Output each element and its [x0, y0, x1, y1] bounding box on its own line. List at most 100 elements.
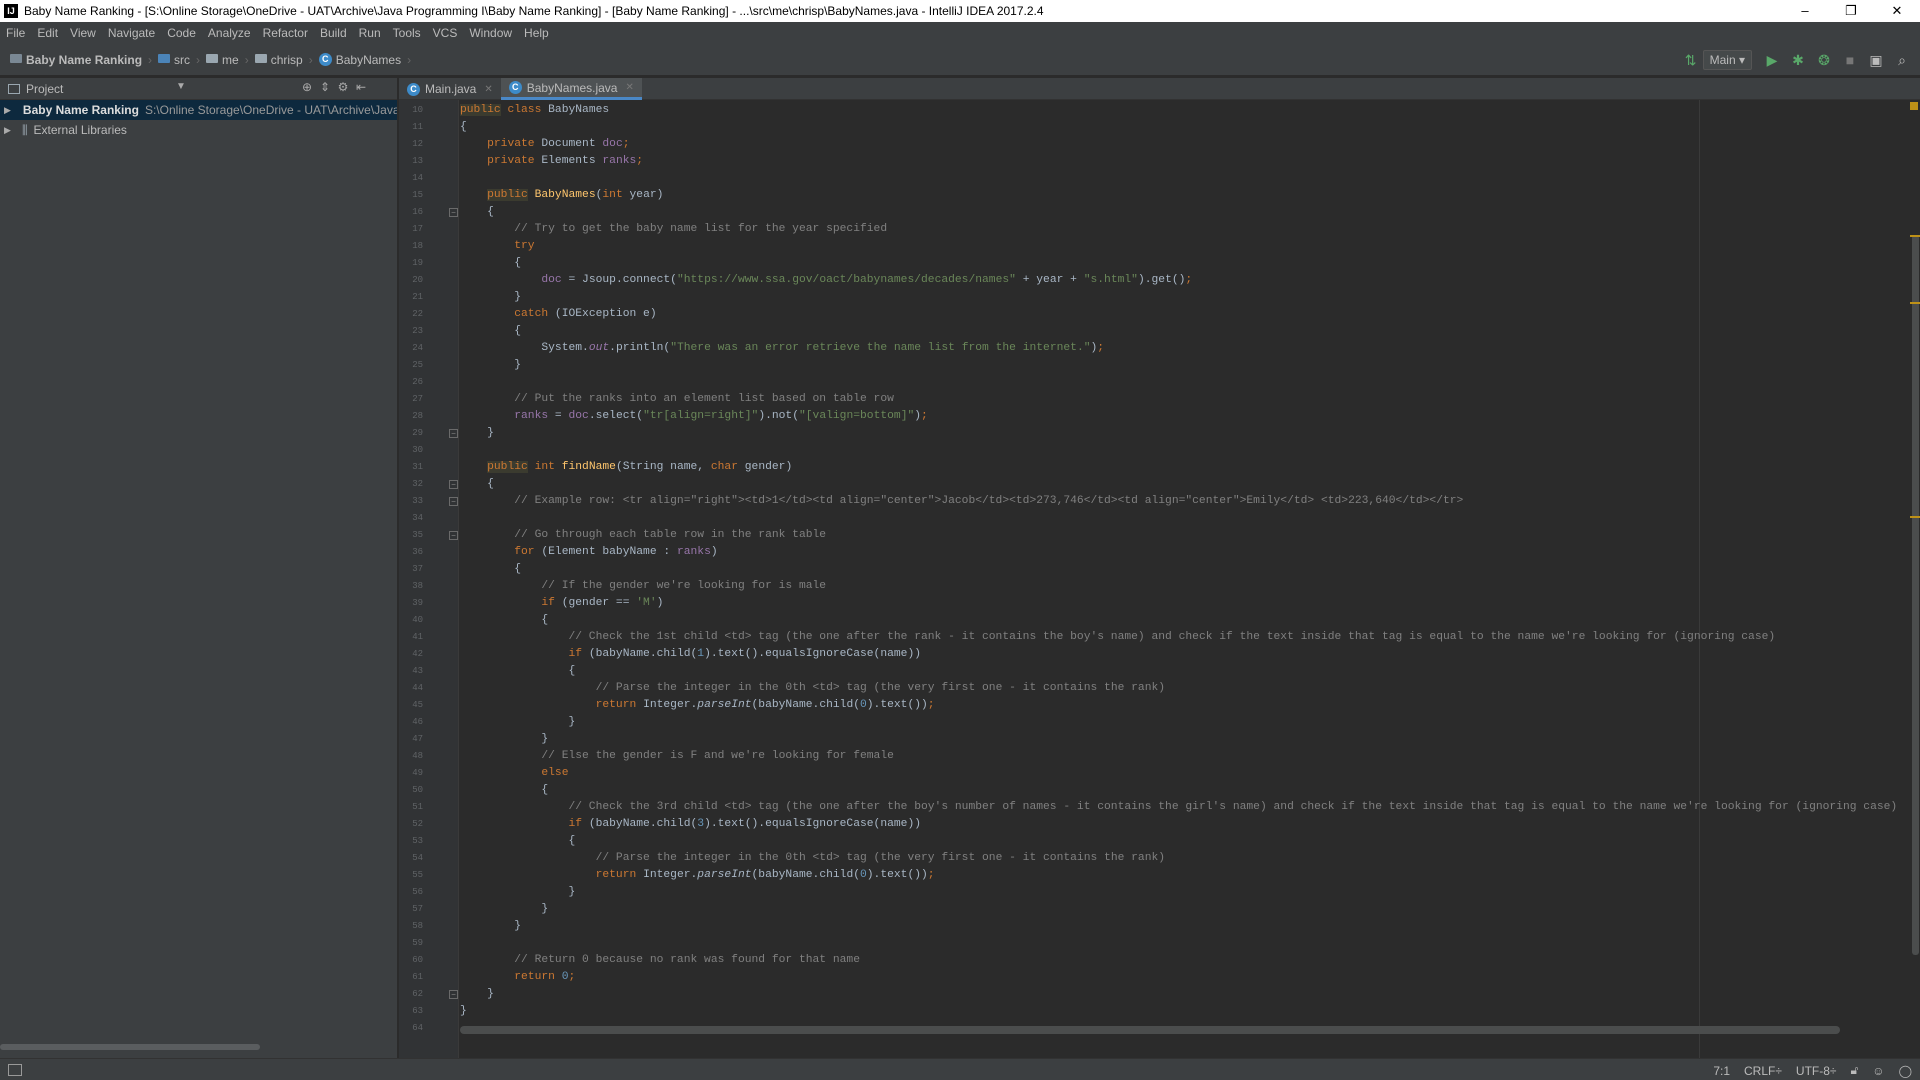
menu-window[interactable]: Window: [469, 26, 512, 40]
collapse-icon[interactable]: ⇕: [316, 80, 334, 94]
menu-navigate[interactable]: Navigate: [108, 26, 155, 40]
breadcrumb-src[interactable]: src ›: [158, 53, 200, 67]
menu-edit[interactable]: Edit: [37, 26, 58, 40]
fold-marker-icon[interactable]: −: [449, 480, 458, 489]
expand-arrow-icon[interactable]: ▶: [4, 125, 16, 136]
file-encoding[interactable]: UTF-8÷: [1796, 1064, 1837, 1078]
code-line[interactable]: private Document doc;: [460, 136, 629, 153]
fold-marker-icon[interactable]: −: [449, 990, 458, 999]
code-line[interactable]: {: [460, 476, 494, 493]
close-button[interactable]: ✕: [1874, 0, 1920, 22]
code-line[interactable]: if (babyName.child(1).text().equalsIgnor…: [460, 646, 921, 663]
code-line[interactable]: // Else the gender is F and we're lookin…: [460, 748, 894, 765]
project-panel-title[interactable]: Project: [26, 82, 63, 96]
code-line[interactable]: // If the gender we're looking for is ma…: [460, 578, 826, 595]
caret-position[interactable]: 7:1: [1713, 1064, 1730, 1078]
fold-marker-icon[interactable]: −: [449, 429, 458, 438]
code-line[interactable]: // Go through each table row in the rank…: [460, 527, 826, 544]
code-line[interactable]: return 0;: [460, 969, 575, 986]
code-line[interactable]: return Integer.parseInt(babyName.child(0…: [460, 867, 935, 884]
code-line[interactable]: try: [460, 238, 534, 255]
restore-button[interactable]: ❐: [1828, 0, 1874, 22]
code-line[interactable]: {: [460, 323, 521, 340]
warning-marker[interactable]: [1910, 516, 1920, 518]
project-horizontal-scrollbar[interactable]: [0, 1044, 260, 1050]
code-line[interactable]: }: [460, 884, 575, 901]
code-line[interactable]: }: [460, 425, 494, 442]
editor-horizontal-scrollbar[interactable]: [460, 1026, 1840, 1034]
project-view-dropdown-icon[interactable]: ▼: [176, 81, 186, 92]
code-line[interactable]: }: [460, 1003, 467, 1020]
code-line[interactable]: public int findName(String name, char ge…: [460, 459, 792, 476]
warning-marker[interactable]: [1910, 235, 1920, 237]
menu-help[interactable]: Help: [524, 26, 549, 40]
run-configuration-select[interactable]: Main ▾: [1702, 50, 1752, 70]
code-line[interactable]: {: [460, 119, 467, 136]
code-line[interactable]: }: [460, 901, 548, 918]
build-icon[interactable]: ⇅: [1679, 48, 1703, 72]
scrollbar-thumb[interactable]: [1912, 235, 1919, 955]
breadcrumb-project[interactable]: Baby Name Ranking ›: [10, 53, 152, 67]
hector-icon[interactable]: ☺: [1872, 1064, 1884, 1078]
code-line[interactable]: {: [460, 782, 548, 799]
code-line[interactable]: return Integer.parseInt(babyName.child(0…: [460, 697, 935, 714]
code-line[interactable]: private Elements ranks;: [460, 153, 643, 170]
inspection-status-icon[interactable]: [1910, 102, 1918, 110]
code-line[interactable]: // Try to get the baby name list for the…: [460, 221, 887, 238]
code-line[interactable]: public class BabyNames: [460, 102, 609, 119]
stop-icon[interactable]: ■: [1838, 48, 1862, 72]
menu-view[interactable]: View: [70, 26, 96, 40]
code-line[interactable]: // Check the 3rd child <td> tag (the one…: [460, 799, 1897, 816]
code-editor[interactable]: 10 public class BabyNames 11 {12 private Do…: [399, 100, 1920, 1058]
code-line[interactable]: // Example row: <tr align="right"><td>1<…: [460, 493, 1463, 510]
code-line[interactable]: // Parse the integer in the 0th <td> tag…: [460, 850, 1165, 867]
code-line[interactable]: {: [460, 255, 521, 272]
code-line[interactable]: {: [460, 612, 548, 629]
menu-run[interactable]: Run: [359, 26, 381, 40]
fold-marker-icon[interactable]: −: [449, 531, 458, 540]
menu-refactor[interactable]: Refactor: [263, 26, 308, 40]
code-line[interactable]: ranks = doc.select("tr[align=right]").no…: [460, 408, 928, 425]
menu-vcs[interactable]: VCS: [433, 26, 458, 40]
code-line[interactable]: {: [460, 663, 575, 680]
code-line[interactable]: System.out.println("There was an error r…: [460, 340, 1104, 357]
code-line[interactable]: public BabyNames(int year): [460, 187, 663, 204]
code-line[interactable]: if (gender == 'M'): [460, 595, 663, 612]
menu-code[interactable]: Code: [167, 26, 196, 40]
search-icon[interactable]: ⌕: [1890, 48, 1914, 72]
minimize-button[interactable]: –: [1782, 0, 1828, 22]
code-line[interactable]: // Put the ranks into an element list ba…: [460, 391, 894, 408]
editor-vertical-scrollbar[interactable]: [1910, 100, 1920, 1058]
menu-build[interactable]: Build: [320, 26, 347, 40]
lock-icon[interactable]: 🔓︎: [1851, 1063, 1859, 1078]
code-line[interactable]: }: [460, 986, 494, 1003]
project-structure-icon[interactable]: ▣: [1864, 48, 1888, 72]
warning-marker[interactable]: [1910, 302, 1920, 304]
code-line[interactable]: // Parse the integer in the 0th <td> tag…: [460, 680, 1165, 697]
close-tab-icon[interactable]: ✕: [484, 84, 492, 95]
code-line[interactable]: }: [460, 714, 575, 731]
tab-babynames-java[interactable]: C BabyNames.java ✕: [500, 78, 642, 100]
settings-gear-icon[interactable]: ⚙: [334, 80, 352, 94]
breadcrumb-me[interactable]: me ›: [206, 53, 249, 67]
code-line[interactable]: // Check the 1st child <td> tag (the one…: [460, 629, 1775, 646]
menu-file[interactable]: File: [6, 26, 25, 40]
tab-main-java[interactable]: C Main.java ✕: [399, 78, 501, 100]
menu-tools[interactable]: Tools: [393, 26, 421, 40]
line-separator[interactable]: CRLF÷: [1744, 1064, 1782, 1078]
code-line[interactable]: {: [460, 204, 494, 221]
event-log-icon[interactable]: ◯: [1899, 1064, 1912, 1078]
tree-item-project[interactable]: ▶ Baby Name Ranking S:\Online Storage\On…: [0, 100, 397, 120]
coverage-icon[interactable]: ❂: [1812, 48, 1836, 72]
expand-arrow-icon[interactable]: ▶: [4, 105, 11, 116]
locate-icon[interactable]: ⊕: [298, 80, 316, 94]
hide-panel-icon[interactable]: ⇤: [352, 80, 370, 94]
code-line[interactable]: catch (IOException e): [460, 306, 656, 323]
code-line[interactable]: }: [460, 731, 548, 748]
code-line[interactable]: doc = Jsoup.connect("https://www.ssa.gov…: [460, 272, 1192, 289]
breadcrumb-chrisp[interactable]: chrisp ›: [254, 53, 313, 67]
code-line[interactable]: }: [460, 357, 521, 374]
code-line[interactable]: if (babyName.child(3).text().equalsIgnor…: [460, 816, 921, 833]
code-line[interactable]: {: [460, 561, 521, 578]
debug-icon[interactable]: ✱: [1786, 48, 1810, 72]
